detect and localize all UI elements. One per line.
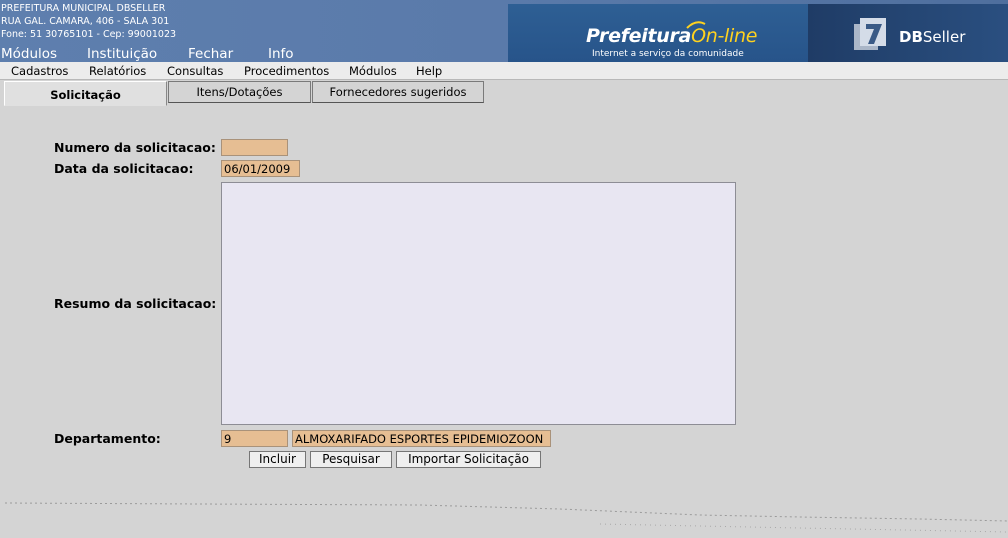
data-input[interactable] (221, 160, 300, 177)
departamento-name-input[interactable] (292, 430, 551, 447)
top-menu-modulos[interactable]: Módulos (1, 47, 57, 62)
institution-name: PREFEITURA MUNICIPAL DBSELLER (1, 3, 166, 14)
menu-help[interactable]: Help (416, 64, 442, 78)
resumo-textarea[interactable] (221, 182, 736, 425)
menu-procedimentos[interactable]: Procedimentos (244, 64, 329, 78)
numero-label: Numero da solicitacao: (54, 140, 216, 155)
tab-solicitacao[interactable]: Solicitação (4, 81, 167, 106)
institution-phone: Fone: 51 30765101 - Cep: 99001023 (1, 29, 177, 40)
app-header: PREFEITURA MUNICIPAL DBSELLER RUA GAL. C… (0, 0, 1008, 62)
importar-solicitacao-button[interactable]: Importar Solicitação (396, 451, 541, 468)
resumo-label: Resumo da solicitacao: (54, 296, 217, 311)
numero-input[interactable] (221, 139, 288, 156)
swoosh-icon (686, 21, 706, 29)
pesquisar-button[interactable]: Pesquisar (310, 451, 392, 468)
tab-fornecedores-sugeridos[interactable]: Fornecedores sugeridos (312, 81, 484, 103)
banner-subtitle: Internet a serviço da comunidade (592, 49, 744, 59)
institution-address: RUA GAL. CAMARA, 406 - SALA 301 (1, 16, 170, 27)
menu-consultas[interactable]: Consultas (167, 64, 223, 78)
menu-bar: Cadastros Relatórios Consultas Procedime… (0, 62, 1008, 80)
data-label: Data da solicitacao: (54, 161, 194, 176)
departamento-label: Departamento: (54, 431, 161, 446)
menu-cadastros[interactable]: Cadastros (11, 64, 68, 78)
top-menu-fechar[interactable]: Fechar (188, 47, 233, 62)
render-artifact-lines (4, 502, 1008, 533)
menu-relatorios[interactable]: Relatórios (89, 64, 146, 78)
banner-title-a: Prefeitura (586, 25, 692, 47)
seller-name-b: Seller (922, 28, 966, 46)
incluir-button[interactable]: Incluir (249, 451, 306, 468)
dbseller-logo: DBSeller (808, 4, 1008, 62)
departamento-code-input[interactable] (221, 430, 288, 447)
top-menu-info[interactable]: Info (268, 47, 294, 62)
menu-modulos[interactable]: Módulos (349, 64, 397, 78)
tab-itens-dotacoes[interactable]: Itens/Dotações (168, 81, 311, 103)
dbseller-mark-icon (854, 18, 886, 50)
top-menu-instituicao[interactable]: Instituição (87, 47, 157, 62)
prefeitura-online-logo: PrefeituraOn-line Internet a serviço da … (508, 4, 808, 62)
seller-name-a: DB (899, 28, 923, 46)
